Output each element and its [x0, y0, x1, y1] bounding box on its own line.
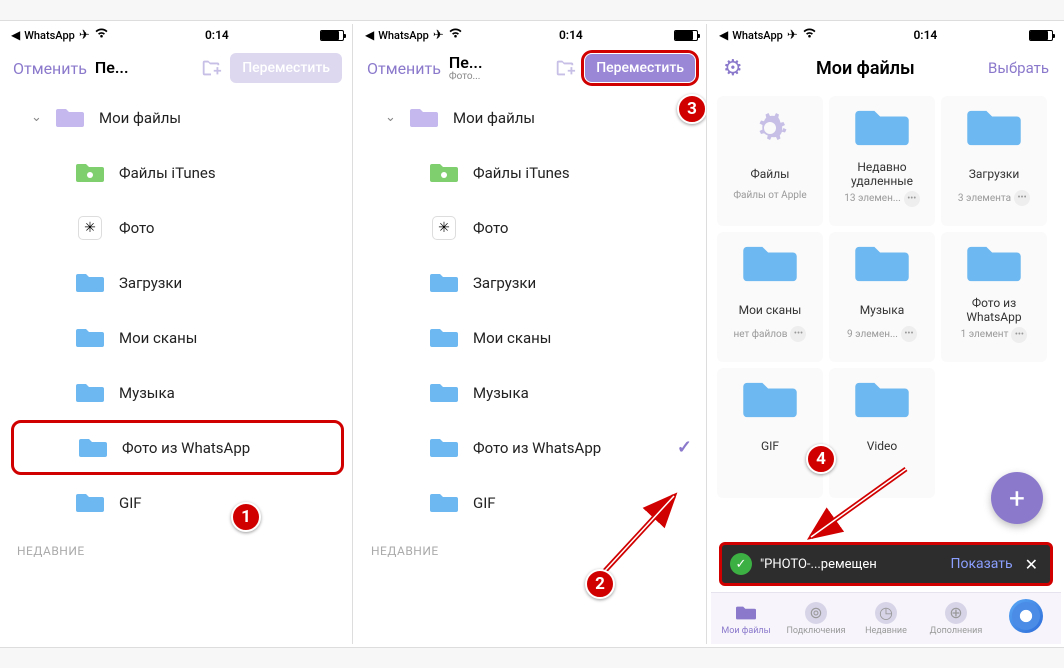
add-button[interactable]: + — [991, 472, 1043, 524]
tab-recent[interactable]: ◷ Недавние — [851, 593, 921, 644]
root-folder-row[interactable]: ⌄ Мои файлы — [3, 90, 352, 145]
battery-icon — [320, 30, 344, 41]
more-icon[interactable]: ••• — [1014, 190, 1030, 206]
more-icon[interactable]: ••• — [790, 326, 806, 342]
grid-tile[interactable]: Файлы Файлы от Apple — [717, 96, 823, 226]
back-caret[interactable]: ◀ — [11, 28, 20, 42]
folder-icon — [55, 106, 85, 130]
grid-tile[interactable]: Загрузки 3 элемента••• — [941, 96, 1047, 226]
chevron-down-icon[interactable]: ⌄ — [31, 110, 47, 125]
nav-title: Пе... — [95, 59, 129, 77]
tab-safari[interactable] — [991, 593, 1061, 644]
clock-icon: ◷ — [875, 602, 897, 624]
tab-bar: Мои файлы ⊚ Подключения ◷ Недавние ⊕ Доп… — [711, 592, 1061, 644]
folder-grid[interactable]: Файлы Файлы от Apple Недавно удаленные 1… — [711, 90, 1061, 504]
step-badge-3: 3 — [677, 94, 707, 124]
wifi-icon — [94, 27, 109, 43]
back-caret[interactable]: ◀ — [365, 28, 374, 42]
nav-bar: Отменить Пе... Переместить — [3, 46, 352, 90]
folder-label: Мои файлы — [99, 109, 338, 127]
status-bar: ◀ WhatsApp ✈ 0:14 — [357, 24, 706, 46]
step-badge-4: 4 — [806, 444, 836, 474]
root-folder-row[interactable]: ⌄ Мои файлы — [357, 90, 706, 145]
list-item[interactable]: Мои сканы — [3, 310, 352, 365]
screen-1: ◀ WhatsApp ✈ 0:14 Отменить Пе... Перемес… — [3, 24, 353, 644]
step-badge-2: 2 — [585, 569, 615, 599]
screen-2: ◀ WhatsApp ✈ 0:14 Отменить Пе... Фото...… — [357, 24, 707, 644]
folder-icon — [75, 161, 105, 185]
nav-bar: Отменить Пе... Фото... Переместить — [357, 46, 706, 90]
back-app-label[interactable]: WhatsApp — [24, 29, 75, 42]
wifi-icon — [802, 27, 817, 43]
grid-tile[interactable]: Фото из WhatsApp 1 элемент••• — [941, 232, 1047, 362]
list-item[interactable]: Загрузки — [3, 255, 352, 310]
chevron-down-icon[interactable]: ⌄ — [385, 110, 401, 125]
move-button[interactable]: Переместить — [584, 53, 696, 83]
grid-tile[interactable]: Мои сканы нет файлов••• — [717, 232, 823, 362]
list-item[interactable]: Файлы iTunes — [357, 145, 706, 200]
cancel-button[interactable]: Отменить — [367, 59, 441, 78]
list-item[interactable]: Мои сканы — [357, 310, 706, 365]
step-badge-1: 1 — [231, 502, 261, 532]
tab-connections[interactable]: ⊚ Подключения — [781, 593, 851, 644]
toast-message: "PHOTO-...ремещен — [760, 557, 942, 572]
more-icon[interactable]: ••• — [904, 191, 920, 207]
gear-icon — [739, 104, 801, 152]
grid-header: ⚙ Мои файлы Выбрать — [711, 46, 1061, 90]
check-icon: ✓ — [677, 437, 692, 458]
tab-files[interactable]: Мои файлы — [711, 593, 781, 644]
photos-icon: ✳︎ — [75, 216, 105, 240]
select-button[interactable]: Выбрать — [988, 59, 1049, 77]
grid-tile[interactable]: Недавно удаленные 13 элемен...••• — [829, 96, 935, 226]
new-folder-icon[interactable] — [200, 57, 222, 79]
check-circle-icon: ✓ — [730, 553, 752, 575]
tab-extras[interactable]: ⊕ Дополнения — [921, 593, 991, 644]
list-item-selected[interactable]: Фото из WhatsApp ✓ — [357, 420, 706, 475]
status-bar: ◀ WhatsApp ✈ 0:14 — [3, 24, 352, 46]
grid-tile[interactable]: Музыка 9 элемен...••• — [829, 232, 935, 362]
more-icon[interactable]: ••• — [1011, 327, 1027, 343]
list-item[interactable]: ✳︎ Фото — [357, 200, 706, 255]
list-item[interactable]: Файлы iTunes — [3, 145, 352, 200]
status-bar: ◀ WhatsApp ✈ 0:14 — [711, 24, 1061, 46]
wifi-icon — [448, 27, 463, 43]
airplane-icon: ✈ — [79, 28, 90, 43]
move-button[interactable]: Переместить — [230, 53, 342, 83]
safari-icon — [1009, 599, 1043, 633]
screen-3: ◀ WhatsApp ✈ 0:14 ⚙ Мои файлы Выбрать Фа… — [711, 24, 1061, 644]
cancel-button[interactable]: Отменить — [13, 59, 87, 78]
list-item[interactable]: ✳︎ Фото — [3, 200, 352, 255]
list-item[interactable]: Загрузки — [357, 255, 706, 310]
airplane-icon: ✈ — [787, 28, 798, 43]
close-icon[interactable]: ✕ — [1021, 555, 1042, 574]
recent-section-label: НЕДАВНИЕ — [3, 530, 352, 558]
clock: 0:14 — [114, 28, 320, 42]
wifi-icon: ⊚ — [805, 602, 827, 624]
more-icon[interactable]: ••• — [901, 326, 917, 342]
list-item[interactable]: Музыка — [357, 365, 706, 420]
list-item[interactable]: Музыка — [3, 365, 352, 420]
new-folder-icon[interactable] — [554, 57, 576, 79]
folder-icon — [735, 602, 757, 624]
list-item[interactable]: GIF — [3, 475, 352, 530]
cart-icon: ⊕ — [945, 602, 967, 624]
page-title: Мои файлы — [743, 58, 988, 79]
airplane-icon: ✈ — [433, 28, 444, 43]
settings-icon[interactable]: ⚙ — [723, 56, 743, 81]
toast-show-button[interactable]: Показать — [950, 556, 1012, 572]
back-caret[interactable]: ◀ — [719, 28, 728, 42]
list-item-highlighted[interactable]: Фото из WhatsApp — [11, 420, 344, 475]
folder-list[interactable]: ⌄ Мои файлы Файлы iTunes ✳︎ Фото Загрузк… — [3, 90, 352, 558]
